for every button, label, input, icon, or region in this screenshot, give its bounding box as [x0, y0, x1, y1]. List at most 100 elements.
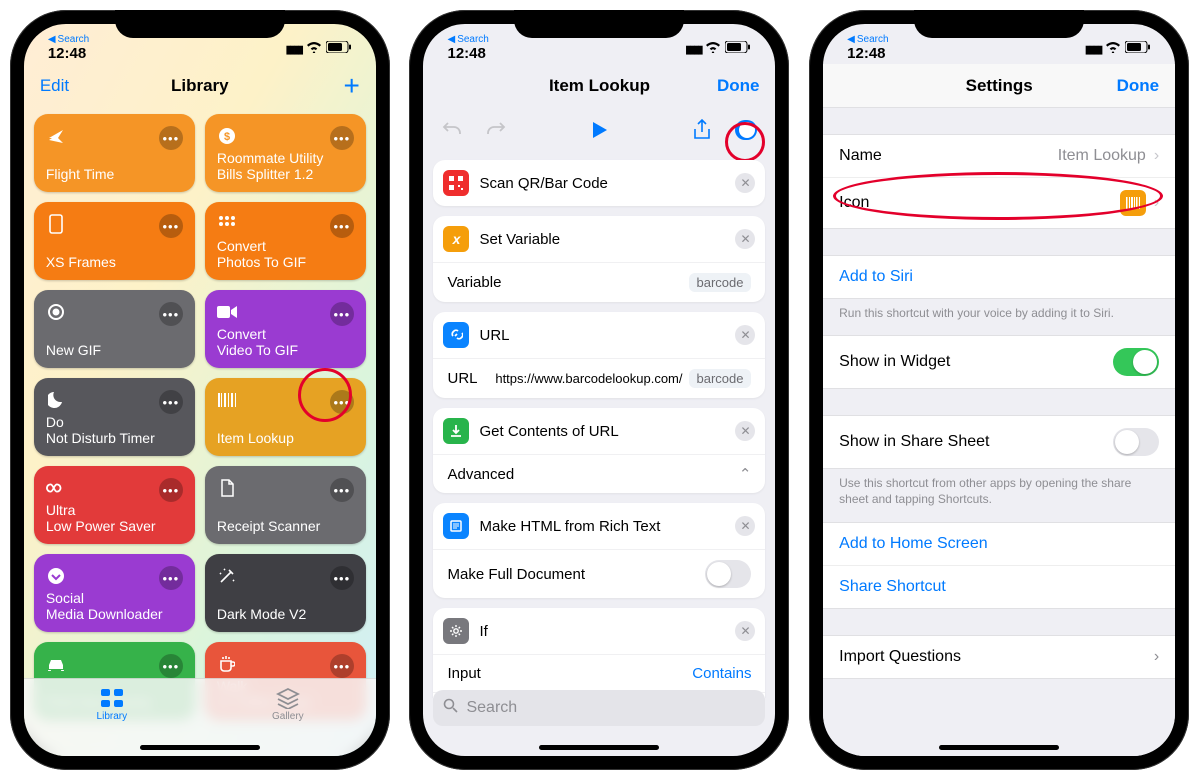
variable-icon: x [443, 226, 469, 252]
add-button[interactable]: + [310, 70, 360, 102]
toggle-full-document[interactable] [705, 560, 751, 588]
cup-icon [217, 654, 237, 674]
wifi-icon [1105, 40, 1121, 57]
search-icon [443, 698, 458, 718]
link-icon [443, 322, 469, 348]
action-scan-qr[interactable]: Scan QR/Bar Code ✕ [433, 160, 765, 206]
home-indicator[interactable] [140, 745, 260, 750]
if-input-row[interactable]: Input Contains [433, 654, 765, 692]
notch [914, 10, 1084, 38]
redo-icon[interactable] [485, 119, 507, 141]
battery-icon [326, 40, 352, 57]
url-row[interactable]: URL https://www.barcodelookup.com/barcod… [433, 358, 765, 398]
shortcut-tile[interactable]: •••UltraLow Power Saver [34, 466, 195, 544]
more-icon[interactable]: ••• [330, 654, 354, 678]
nav-bar: Edit Library + [24, 64, 376, 108]
tile-label: Roommate UtilityBills Splitter 1.2 [217, 150, 354, 182]
action-search[interactable]: Search [433, 690, 765, 726]
delete-action-icon[interactable]: ✕ [735, 229, 755, 249]
moon-icon [46, 390, 66, 410]
action-if[interactable]: If ✕ Input Contains Value Barcode Not Fo… [433, 608, 765, 698]
more-icon[interactable]: ••• [330, 478, 354, 502]
status-indicators [1085, 40, 1151, 57]
siri-footer: Run this shortcut with your voice by add… [823, 299, 1175, 335]
row-share-sheet[interactable]: Show in Share Sheet [823, 416, 1175, 468]
download-icon [443, 418, 469, 444]
more-icon[interactable]: ••• [330, 390, 354, 414]
toggle-share-sheet[interactable] [1113, 428, 1159, 456]
more-icon[interactable]: ••• [159, 654, 183, 678]
gear-icon [443, 618, 469, 644]
more-icon[interactable]: ••• [159, 214, 183, 238]
delete-action-icon[interactable]: ✕ [735, 173, 755, 193]
shortcut-tile[interactable]: •••ConvertPhotos To GIF [205, 202, 366, 280]
edit-button[interactable]: Edit [40, 76, 90, 96]
action-get-contents[interactable]: Get Contents of URL ✕ Advanced ⌃ [433, 408, 765, 493]
page-title: Library [90, 76, 310, 96]
shortcut-tile[interactable]: •••XS Frames [34, 202, 195, 280]
row-import-questions[interactable]: Import Questions › [823, 636, 1175, 678]
done-button[interactable]: Done [1109, 76, 1159, 96]
signal-icon [685, 40, 701, 57]
shortcut-tile[interactable]: •••Item Lookup [205, 378, 366, 456]
more-icon[interactable]: ••• [159, 478, 183, 502]
delete-action-icon[interactable]: ✕ [735, 621, 755, 641]
tile-label: UltraLow Power Saver [46, 502, 183, 534]
done-button[interactable]: Done [709, 76, 759, 96]
action-url[interactable]: URL ✕ URL https://www.barcodelookup.com/… [433, 312, 765, 398]
home-indicator[interactable] [939, 745, 1059, 750]
row-name[interactable]: Name Item Lookup› [823, 135, 1175, 177]
row-add-homescreen[interactable]: Add to Home Screen [823, 523, 1175, 565]
fulldoc-row[interactable]: Make Full Document [433, 549, 765, 598]
more-icon[interactable]: ••• [330, 214, 354, 238]
more-icon[interactable]: ••• [159, 566, 183, 590]
chevdown-icon [46, 566, 66, 586]
more-icon[interactable]: ••• [330, 566, 354, 590]
more-icon[interactable]: ••• [330, 126, 354, 150]
status-time: 12:48 [447, 45, 485, 62]
shortcut-tile[interactable]: •••ConvertVideo To GIF [205, 290, 366, 368]
shortcut-tile[interactable]: •••Dark Mode V2 [205, 554, 366, 632]
row-share-shortcut[interactable]: Share Shortcut [823, 565, 1175, 608]
shortcut-tile[interactable]: ••• Flight Time [34, 114, 195, 192]
more-icon[interactable]: ••• [159, 126, 183, 150]
more-icon[interactable]: ••• [330, 302, 354, 326]
undo-icon[interactable] [441, 119, 463, 141]
action-make-html[interactable]: Make HTML from Rich Text ✕ Make Full Doc… [433, 503, 765, 598]
shortcut-tile[interactable]: $•••Roommate UtilityBills Splitter 1.2 [205, 114, 366, 192]
shortcut-tile[interactable]: ••• New GIF [34, 290, 195, 368]
shortcut-tile[interactable]: •••SocialMedia Downloader [34, 554, 195, 632]
delete-action-icon[interactable]: ✕ [735, 516, 755, 536]
wand-icon [217, 566, 237, 586]
tile-label: Flight Time [46, 166, 183, 182]
more-icon[interactable]: ••• [159, 390, 183, 414]
page-title: Settings [889, 76, 1109, 96]
share-icon[interactable] [691, 119, 713, 141]
variable-row[interactable]: Variable barcode [433, 262, 765, 302]
settings-list[interactable]: Name Item Lookup› Icon › Add to Siri Run… [823, 108, 1175, 756]
row-add-siri[interactable]: Add to Siri [823, 256, 1175, 298]
action-set-variable[interactable]: x Set Variable ✕ Variable barcode [433, 216, 765, 302]
advanced-row[interactable]: Advanced ⌃ [433, 454, 765, 493]
more-icon[interactable]: ••• [159, 302, 183, 326]
chevron-right-icon: › [1154, 194, 1159, 212]
shortcut-tile[interactable]: •••Receipt Scanner [205, 466, 366, 544]
toggle-show-widget[interactable] [1113, 348, 1159, 376]
row-icon[interactable]: Icon › [823, 177, 1175, 228]
back-to-search[interactable]: ◀ Search [48, 34, 89, 45]
home-indicator[interactable] [539, 745, 659, 750]
tile-label: New GIF [46, 342, 183, 358]
row-show-widget[interactable]: Show in Widget [823, 336, 1175, 388]
back-to-search[interactable]: ◀ Search [847, 34, 888, 45]
delete-action-icon[interactable]: ✕ [735, 421, 755, 441]
delete-action-icon[interactable]: ✕ [735, 325, 755, 345]
grid-icon [217, 214, 237, 234]
back-to-search[interactable]: ◀ Search [447, 34, 488, 45]
phone-icon [46, 214, 66, 234]
battery-icon [1125, 40, 1151, 57]
actions-list[interactable]: Scan QR/Bar Code ✕ x Set Variable ✕ Vari… [423, 152, 775, 698]
settings-toggle-icon[interactable] [735, 119, 757, 141]
shortcut-tile[interactable]: •••DoNot Disturb Timer [34, 378, 195, 456]
chevron-right-icon: › [1154, 147, 1159, 165]
play-icon[interactable] [588, 119, 610, 141]
